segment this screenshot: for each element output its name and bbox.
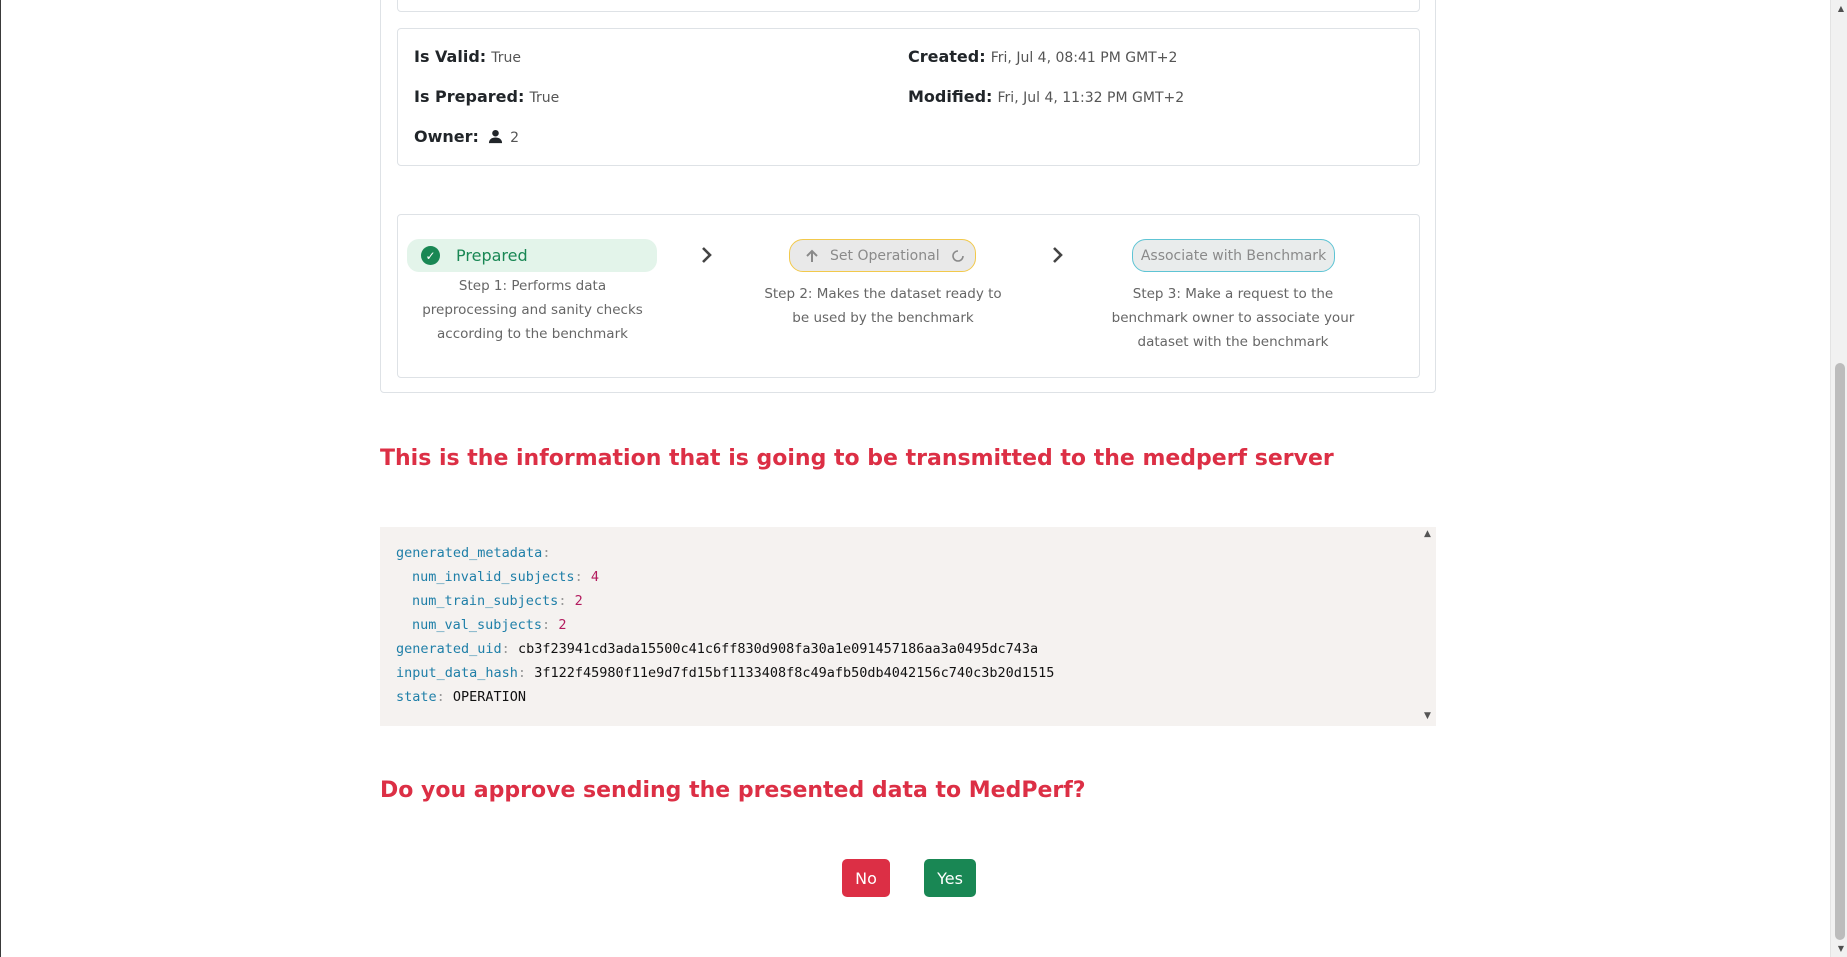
modified-value: Fri, Jul 4, 11:32 PM GMT+2 — [997, 90, 1185, 106]
is-valid-row: Is Valid: True — [414, 47, 521, 66]
arrow-up-icon — [806, 249, 818, 262]
modified-row: Modified: Fri, Jul 4, 11:32 PM GMT+2 — [908, 87, 1184, 106]
yes-button[interactable]: Yes — [924, 859, 976, 897]
step-prepared-label: Prepared — [456, 246, 528, 265]
created-row: Created: Fri, Jul 4, 08:41 PM GMT+2 — [908, 47, 1177, 66]
chevron-right-icon — [1053, 247, 1063, 263]
is-valid-label: Is Valid: — [414, 47, 487, 66]
set-operational-button[interactable]: Set Operational — [789, 239, 976, 272]
yaml-line-num-val: num_val_subjects: 2 — [412, 617, 567, 633]
page-scrollbar-thumb[interactable] — [1835, 363, 1845, 940]
created-value: Fri, Jul 4, 08:41 PM GMT+2 — [990, 50, 1178, 66]
associate-benchmark-label: Associate with Benchmark — [1140, 247, 1327, 264]
set-operational-label: Set Operational — [830, 247, 940, 264]
created-label: Created: — [908, 47, 986, 66]
user-icon — [488, 129, 503, 144]
window-edge — [0, 0, 1, 957]
approve-heading: Do you approve sending the presented dat… — [380, 778, 1086, 803]
spinner-icon — [951, 249, 964, 262]
step-2-description: Step 2: Makes the dataset ready to be us… — [764, 286, 1002, 326]
is-prepared-label: Is Prepared: — [414, 87, 525, 106]
scrollbar-up-arrow[interactable]: ▲ — [1838, 4, 1844, 13]
scrollbar-down-arrow[interactable]: ▼ — [1838, 944, 1844, 953]
yaml-line-num-invalid: num_invalid_subjects: 4 — [412, 569, 599, 585]
yaml-line-state: state: OPERATION — [396, 689, 527, 705]
yaml-line-generated-uid: generated_uid: cb3f23941cd3ada15500c41c6… — [396, 641, 1039, 657]
is-prepared-row: Is Prepared: True — [414, 87, 559, 106]
check-circle-icon: ✓ — [421, 246, 440, 265]
chevron-right-icon — [702, 247, 712, 263]
owner-label: Owner: — [414, 127, 479, 146]
yaml-line-generated-metadata: generated_metadata: — [396, 545, 551, 561]
no-button[interactable]: No — [842, 859, 890, 897]
step-prepared: ✓ Prepared — [407, 239, 657, 272]
is-prepared-value: True — [529, 90, 560, 106]
associate-benchmark-button[interactable]: Associate with Benchmark — [1132, 239, 1335, 272]
owner-value: 2 — [510, 130, 520, 146]
code-scroll-down-arrow[interactable]: ▼ — [1424, 711, 1431, 721]
modified-label: Modified: — [908, 87, 993, 106]
yaml-line-num-train: num_train_subjects: 2 — [412, 593, 583, 609]
yaml-line-input-hash: input_data_hash: 3f122f45980f11e9d7fd15b… — [396, 665, 1055, 681]
code-scroll-up-arrow[interactable]: ▲ — [1424, 529, 1431, 539]
owner-row: Owner: 2 — [414, 127, 519, 146]
step-3-description: Step 3: Make a request to the benchmark … — [1111, 286, 1355, 350]
transmit-heading: This is the information that is going to… — [380, 446, 1334, 471]
is-valid-value: True — [491, 50, 522, 66]
previous-card-bottom — [397, 0, 1420, 12]
step-1-description: Step 1: Performs data preprocessing and … — [422, 278, 643, 342]
